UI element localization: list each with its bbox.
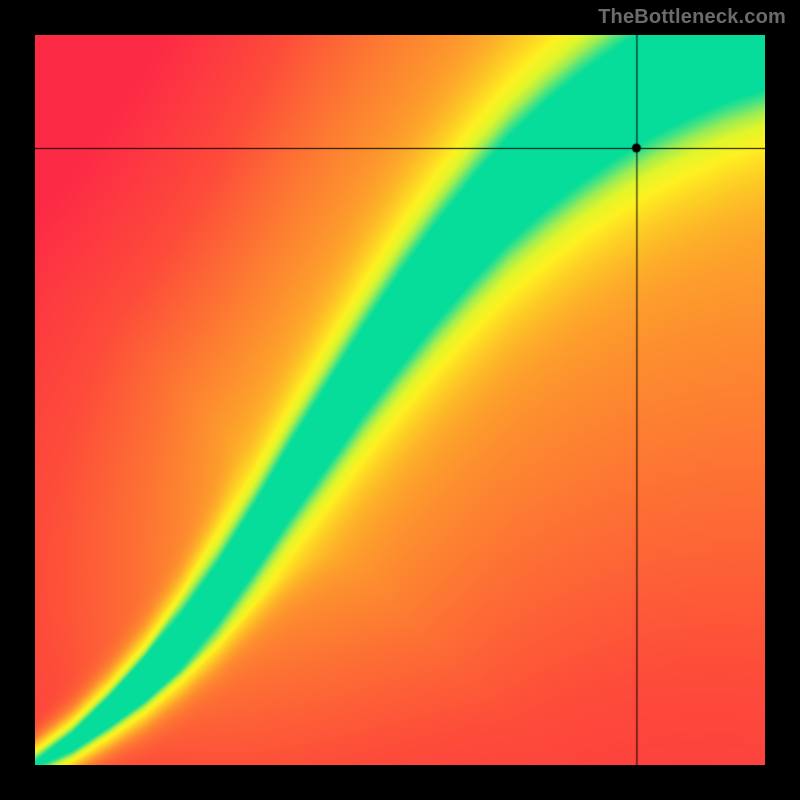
chart-frame: TheBottleneck.com	[0, 0, 800, 800]
watermark-text: TheBottleneck.com	[598, 6, 786, 29]
bottleneck-heatmap	[35, 35, 765, 765]
